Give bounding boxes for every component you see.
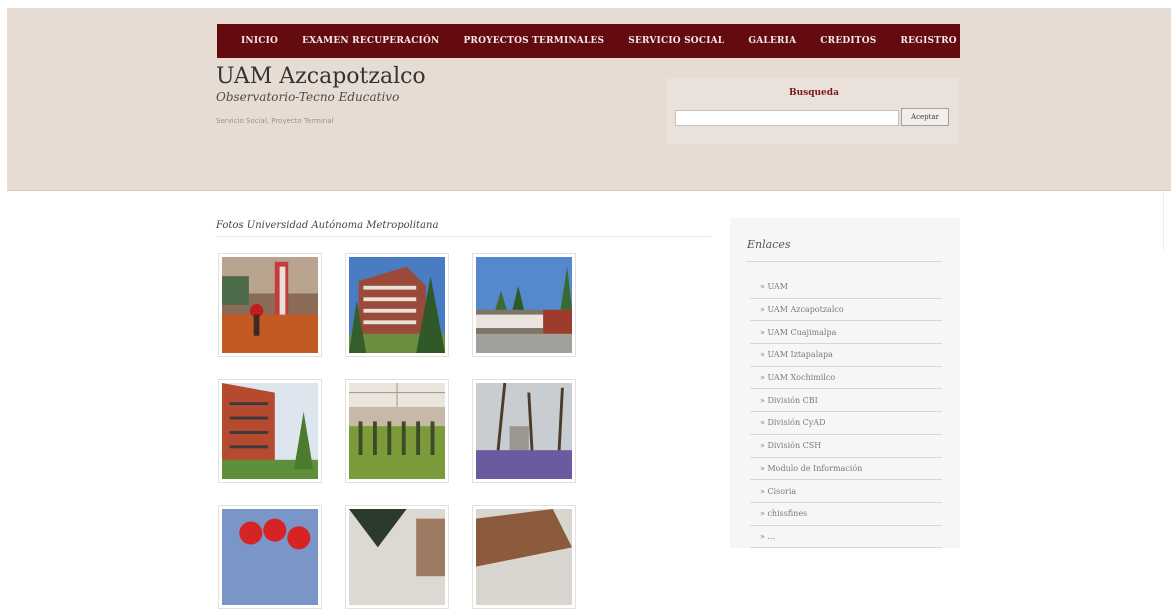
gallery-photo[interactable] xyxy=(345,505,449,609)
gallery-photo[interactable] xyxy=(345,379,449,483)
gallery-title: Fotos Universidad Autónoma Metropolitana xyxy=(216,220,439,231)
sidebar-link-item: » UAM Iztapalapa xyxy=(750,344,942,367)
photo-image xyxy=(349,509,445,605)
sidebar-link-uam[interactable]: » UAM xyxy=(760,282,788,291)
sidebar-link-division-csh[interactable]: » División CSH xyxy=(760,441,821,450)
search-panel: Busqueda Aceptar xyxy=(667,78,959,144)
photo-image xyxy=(476,383,572,479)
gallery-photo[interactable] xyxy=(218,253,322,357)
sidebar-link-item: » UAM Cuajimalpa xyxy=(750,321,942,345)
search-label: Busqueda xyxy=(789,88,839,98)
sidebar-link-uam-xochimilco[interactable]: » UAM Xochimilco xyxy=(760,373,835,382)
nav-item-proyectos-terminales[interactable]: PROYECTOS TERMINALES xyxy=(463,36,604,46)
nav-item-galeria[interactable]: GALERIA xyxy=(748,36,796,46)
sidebar-link-item: » División CyAD xyxy=(750,412,942,435)
gallery-divider xyxy=(216,236,711,237)
nav-item-inicio[interactable]: INICIO xyxy=(241,36,278,46)
photo-image xyxy=(349,383,445,479)
site-tagline: Servicio Social, Proyecto Terminal xyxy=(216,117,334,125)
site-title[interactable]: UAM Azcapotzalco xyxy=(216,64,426,89)
photo-image xyxy=(222,509,318,605)
photo-image xyxy=(222,257,318,353)
nav-item-registro[interactable]: REGISTRO xyxy=(900,36,956,46)
sidebar-link-uam-cuajimalpa[interactable]: » UAM Cuajimalpa xyxy=(760,328,836,337)
sidebar-link-item: » UAM Xochimilco xyxy=(750,367,942,390)
nav-item-examen-recuperacion[interactable]: EXAMEN RECUPERACIÓN xyxy=(302,36,439,46)
photo-image xyxy=(222,383,318,479)
sidebar-link-item: » UAM xyxy=(750,276,942,299)
search-input[interactable] xyxy=(675,110,899,126)
sidebar-link-item: » Cisoria xyxy=(750,480,942,503)
main-nav: INICIO EXAMEN RECUPERACIÓN PROYECTOS TER… xyxy=(217,24,960,58)
sidebar-link-item: » Modulo de Información xyxy=(750,458,942,481)
photo-image xyxy=(476,509,572,605)
sidebar-link-uam-azcapotzalco[interactable]: » UAM Azcapotzalco xyxy=(760,305,844,314)
nav-item-servicio-social[interactable]: SERVICIO SOCIAL xyxy=(628,36,724,46)
sidebar-link-cisoria[interactable]: » Cisoria xyxy=(760,487,796,496)
gallery-photo[interactable] xyxy=(218,379,322,483)
photo-image xyxy=(476,257,572,353)
sidebar-link-uam-iztapalapa[interactable]: » UAM Iztapalapa xyxy=(760,350,833,359)
gallery-photo[interactable] xyxy=(472,505,576,609)
gallery-photo[interactable] xyxy=(472,253,576,357)
sidebar-link-division-cbi[interactable]: » División CBI xyxy=(760,396,818,405)
sidebar-link-more[interactable]: » ... xyxy=(760,532,775,541)
sidebar-links-panel: Enlaces » UAM » UAM Azcapotzalco » UAM C… xyxy=(730,218,960,549)
site-subtitle: Observatorio-Tecno Educativo xyxy=(216,90,400,104)
sidebar-divider xyxy=(746,261,942,262)
gallery-photo[interactable] xyxy=(218,505,322,609)
sidebar-link-item: » División CSH xyxy=(750,435,942,458)
sidebar-link-division-cyad[interactable]: » División CyAD xyxy=(760,418,826,427)
sidebar-title: Enlaces xyxy=(747,238,791,251)
sidebar-link-chissfines[interactable]: » chissfines xyxy=(760,509,807,518)
sidebar-link-list: » UAM » UAM Azcapotzalco » UAM Cuajimalp… xyxy=(750,276,942,549)
search-submit-button[interactable]: Aceptar xyxy=(901,108,949,126)
gallery-photo[interactable] xyxy=(345,253,449,357)
sidebar-link-item: » UAM Azcapotzalco xyxy=(750,299,942,322)
nav-item-creditos[interactable]: CREDITOS xyxy=(820,36,876,46)
sidebar-link-modulo-informacion[interactable]: » Modulo de Información xyxy=(760,464,862,473)
gallery-photo[interactable] xyxy=(472,379,576,483)
sidebar-link-item: » chissfines xyxy=(750,503,942,526)
photo-image xyxy=(349,257,445,353)
page-edge-divider xyxy=(1163,190,1164,250)
sidebar-link-item: » División CBI xyxy=(750,389,942,413)
